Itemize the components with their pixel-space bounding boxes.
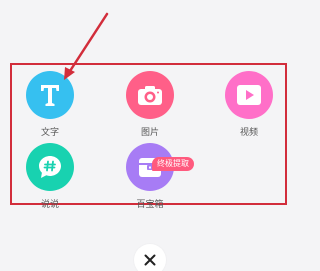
close-icon	[144, 254, 156, 266]
menu-item-label: 视频	[239, 128, 258, 138]
menu-item-label: 百宝箱	[136, 200, 164, 210]
menu-item-label: 文字	[40, 128, 59, 138]
camera-icon	[126, 71, 174, 119]
menu-item-text[interactable]: 文字	[10, 71, 90, 139]
close-button[interactable]	[134, 244, 166, 271]
menu-item-label: 说说	[40, 200, 59, 210]
create-post-panel: 文字 图片 视频 说说 百宝箱 终极提取	[0, 0, 300, 271]
menu-item-treasure-box[interactable]: 百宝箱	[110, 143, 190, 211]
menu-item-label: 图片	[140, 128, 159, 138]
play-icon	[225, 71, 273, 119]
menu-item-video[interactable]: 视频	[209, 71, 289, 139]
menu-item-talk[interactable]: 说说	[10, 143, 90, 211]
chat-hash-icon	[26, 143, 74, 191]
treasure-box-badge: 终极提取	[152, 157, 194, 171]
menu-item-photo[interactable]: 图片	[110, 71, 190, 139]
text-icon	[26, 71, 74, 119]
